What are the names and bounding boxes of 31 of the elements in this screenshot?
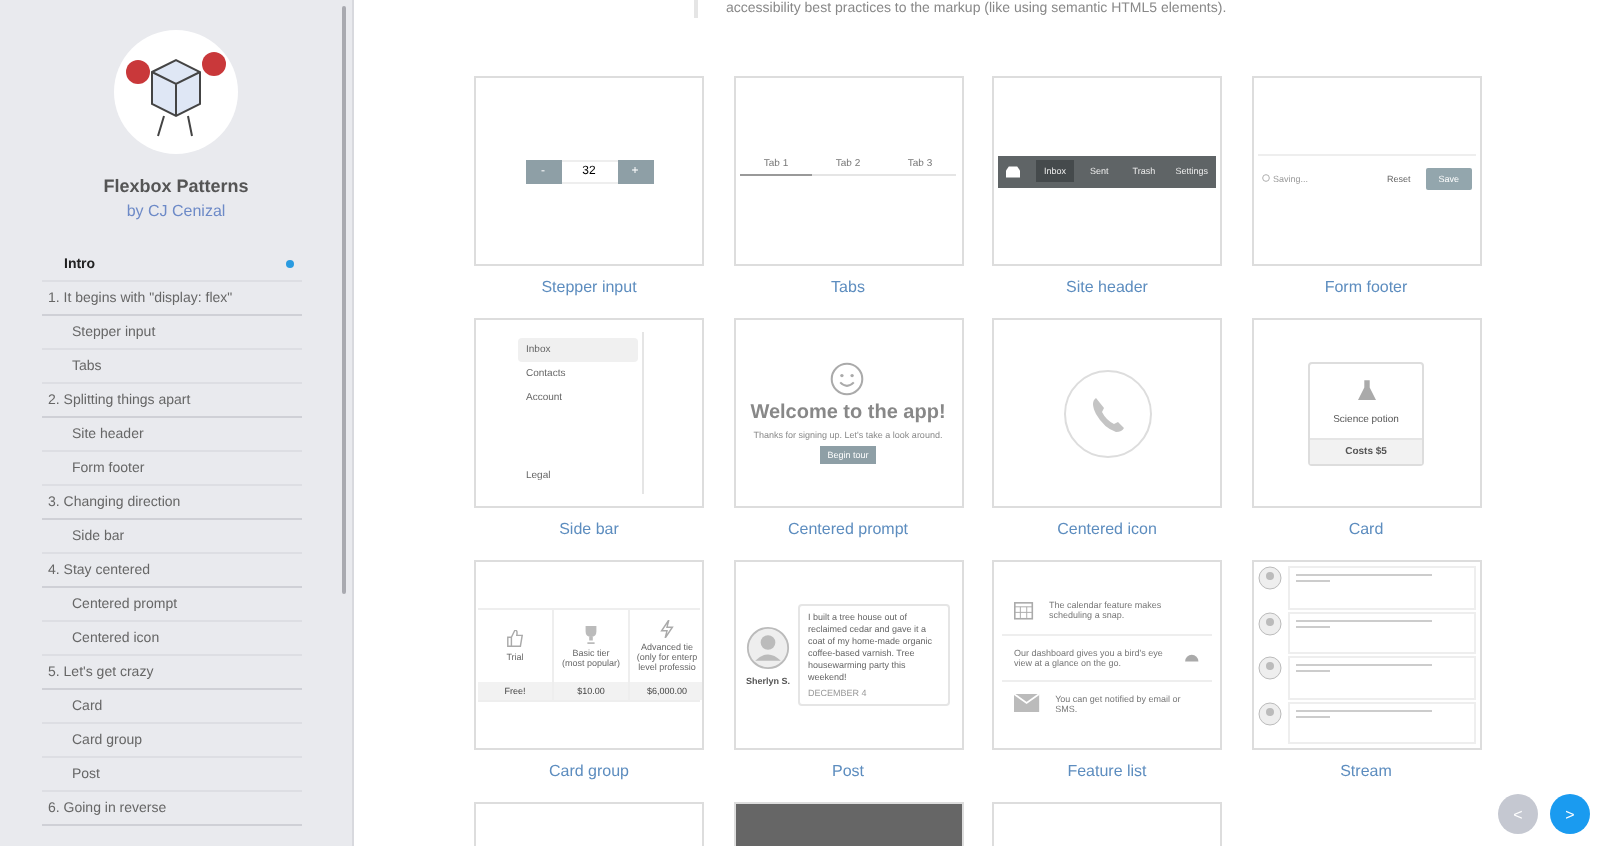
pattern-link[interactable]: Card group bbox=[548, 762, 630, 786]
boxing-cube-logo bbox=[112, 28, 240, 156]
pattern-link[interactable]: Card bbox=[1348, 520, 1384, 544]
flask-icon bbox=[1357, 379, 1375, 401]
spinner-icon bbox=[1261, 174, 1269, 182]
site-title: Flexbox Patterns bbox=[103, 176, 249, 196]
pattern-link[interactable]: Post bbox=[831, 762, 864, 786]
next-button[interactable]: > bbox=[1550, 794, 1590, 834]
pattern-preview[interactable] bbox=[733, 802, 963, 846]
pattern-link[interactable]: Stepper input bbox=[541, 278, 637, 302]
trophy-icon bbox=[582, 625, 600, 643]
envelope-icon bbox=[1014, 694, 1040, 712]
active-dot-icon bbox=[286, 260, 294, 268]
phone-icon bbox=[1061, 367, 1153, 459]
inbox-icon bbox=[1006, 165, 1020, 177]
smiley-icon bbox=[830, 362, 865, 396]
lightning-icon bbox=[658, 620, 676, 638]
pattern-link[interactable]: Side bar bbox=[559, 520, 619, 544]
pattern-link[interactable]: Form footer bbox=[1324, 278, 1408, 302]
pattern-link[interactable]: Site header bbox=[1066, 278, 1148, 302]
pattern-link[interactable]: Centered prompt bbox=[787, 520, 909, 544]
calendar-icon bbox=[1014, 597, 1034, 621]
pattern-link[interactable]: Centered icon bbox=[1057, 520, 1157, 544]
prompt-title: Welcome to the app! bbox=[750, 402, 946, 424]
pattern-link[interactable]: Stream bbox=[1340, 762, 1392, 786]
avatar-icon bbox=[745, 625, 790, 669]
author-link[interactable]: by CJ Cenizal bbox=[126, 202, 226, 220]
pattern-link[interactable]: Feature list bbox=[1067, 762, 1147, 786]
scrollbar[interactable] bbox=[342, 6, 346, 594]
pattern-link[interactable]: Tabs bbox=[831, 278, 865, 302]
thumbs-up-icon bbox=[506, 630, 524, 648]
